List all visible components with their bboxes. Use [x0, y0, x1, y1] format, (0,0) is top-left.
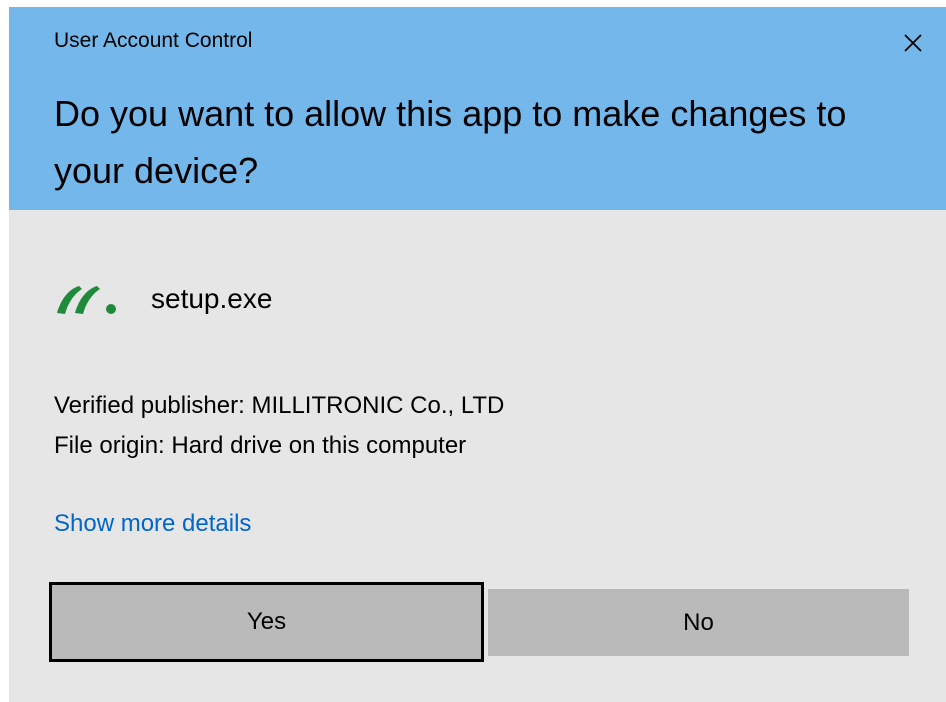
millitronic-logo-icon — [57, 286, 116, 314]
close-button[interactable] — [887, 23, 939, 63]
file-origin-info: File origin: Hard drive on this computer — [54, 432, 467, 459]
dialog-title: User Account Control — [54, 29, 253, 52]
show-more-details-link[interactable]: Show more details — [54, 510, 251, 538]
yes-button[interactable]: Yes — [49, 582, 484, 662]
app-name: setup.exe — [151, 283, 273, 314]
dialog-header: User Account Control Do you want to allo… — [9, 7, 946, 210]
uac-dialog: User Account Control Do you want to allo… — [9, 7, 946, 702]
no-button[interactable]: No — [488, 589, 909, 656]
publisher-info: Verified publisher: MILLITRONIC Co., LTD — [54, 392, 505, 419]
close-icon — [904, 34, 922, 52]
app-row: setup.exe — [53, 277, 272, 321]
dialog-question: Do you want to allow this app to make ch… — [54, 93, 847, 191]
